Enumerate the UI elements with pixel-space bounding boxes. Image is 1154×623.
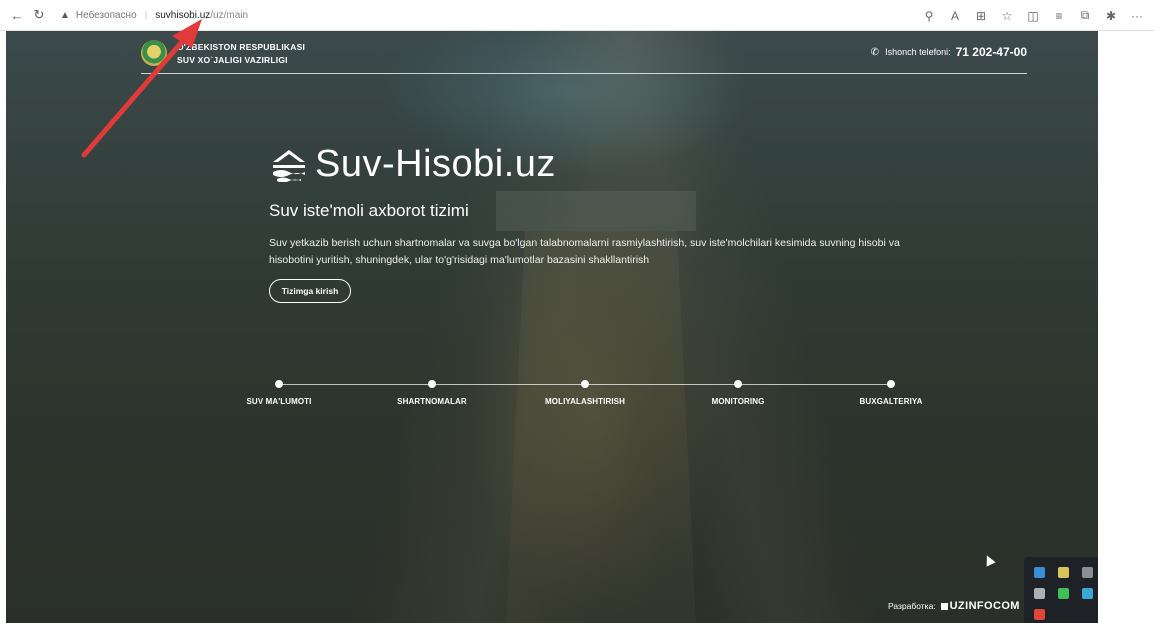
hotline-number[interactable]: 71 202-47-00 — [956, 45, 1027, 59]
step-shartnomalar[interactable]: SHARTNOMALAR — [372, 380, 492, 406]
refresh-icon[interactable]: ↻ — [28, 7, 50, 23]
browser-tools: ⚲ A ⊞ ☆ ◫ ≡ ⧉ ✱ ··· — [916, 0, 1150, 31]
tray-app-icon-5[interactable] — [1058, 588, 1069, 599]
address-bar[interactable]: ▲ Небезопасно | suvhisobi.uz/uz/main — [60, 4, 940, 26]
header-divider — [141, 73, 1027, 74]
emblem-icon[interactable] — [141, 40, 167, 66]
brand-name: Suv-Hisobi.uz — [315, 143, 556, 185]
step-label: SHARTNOMALAR — [397, 397, 467, 406]
insecure-label: Небезопасно — [75, 9, 137, 21]
extensions-icon[interactable]: ✱ — [1098, 9, 1124, 23]
tray-app-icon-7[interactable] — [1034, 609, 1045, 620]
apps-icon[interactable]: ⊞ — [968, 9, 994, 23]
back-icon[interactable]: ← — [6, 8, 28, 23]
step-label: SUV MA'LUMOTI — [246, 397, 312, 406]
hero-description: Suv yetkazib berish uchun shartnomalar v… — [269, 237, 900, 266]
developer-credit[interactable]: Разработка: UZINFOCOM — [888, 600, 1020, 612]
step-label: BUXGALTERIYA — [859, 397, 923, 406]
hero-subtitle: Suv iste'moli axborot tizimi — [269, 201, 469, 220]
step-monitoring[interactable]: MONITORING — [678, 380, 798, 406]
login-button[interactable]: Tizimga kirish — [269, 279, 351, 303]
hotline-label: Ishonch telefoni: — [885, 47, 951, 57]
favorite-icon[interactable]: ☆ — [994, 9, 1020, 23]
background-spillway — [506, 231, 696, 623]
browser-toolbar: ← ↻ ▲ Небезопасно | suvhisobi.uz/uz/main… — [0, 0, 1154, 31]
step-label: MONITORING — [711, 397, 765, 406]
mouse-cursor-icon — [982, 553, 996, 567]
uzinfocom-logo-icon — [940, 602, 948, 610]
split-screen-icon[interactable]: ◫ — [1020, 9, 1046, 23]
step-suv-malumoti[interactable]: SUV MA'LUMOTI — [219, 380, 339, 406]
background-dam — [496, 191, 696, 231]
step-dot — [734, 380, 742, 388]
developer-label: Разработка: — [888, 601, 936, 611]
ministry-name[interactable]: O'ZBEKISTON RESPUBLIKASI SUV XO`JALIGI V… — [177, 41, 305, 67]
hotline: ✆ Ishonch telefoni: 71 202-47-00 — [871, 45, 1027, 59]
page-viewport: O'ZBEKISTON RESPUBLIKASI SUV XO`JALIGI V… — [6, 31, 1098, 623]
step-dot — [275, 380, 283, 388]
ministry-line-2: SUV XO`JALIGI VAZIRLIGI — [177, 55, 288, 65]
zoom-icon[interactable]: ⚲ — [916, 9, 942, 23]
url-path: /uz/main — [210, 9, 249, 21]
tray-app-icon-6[interactable] — [1082, 588, 1093, 599]
step-moliyalashtirish[interactable]: MOLIYALASHTIRISH — [525, 380, 645, 406]
collections-icon[interactable]: ⧉ — [1072, 8, 1098, 23]
water-logo-icon — [273, 149, 305, 182]
step-dot — [581, 380, 589, 388]
tray-app-icon-1[interactable] — [1034, 567, 1045, 578]
phone-icon: ✆ — [870, 46, 880, 58]
site-header: O'ZBEKISTON RESPUBLIKASI SUV XO`JALIGI V… — [141, 37, 1027, 73]
system-tray-popup — [1024, 557, 1098, 623]
url-domain: suvhisobi.uz — [155, 9, 211, 21]
step-label: MOLIYALASHTIRISH — [545, 397, 625, 406]
developer-company: UZINFOCOM — [949, 600, 1020, 612]
step-dot — [887, 380, 895, 388]
step-dot — [428, 380, 436, 388]
tray-app-icon-3[interactable] — [1082, 567, 1093, 578]
ministry-line-1: O'ZBEKISTON RESPUBLIKASI — [177, 42, 306, 52]
step-buxgalteriya[interactable]: BUXGALTERIYA — [831, 380, 951, 406]
more-menu-button[interactable]: ··· — [1124, 9, 1150, 23]
brand: Suv-Hisobi.uz — [269, 143, 556, 186]
tray-app-icon-4[interactable] — [1034, 588, 1045, 599]
favorites-bar-icon[interactable]: ≡ — [1046, 9, 1072, 23]
address-separator: | — [144, 9, 148, 21]
read-aloud-icon[interactable]: A — [942, 9, 968, 23]
warning-icon[interactable]: ▲ — [60, 10, 70, 21]
tray-app-icon-2[interactable] — [1058, 567, 1069, 578]
